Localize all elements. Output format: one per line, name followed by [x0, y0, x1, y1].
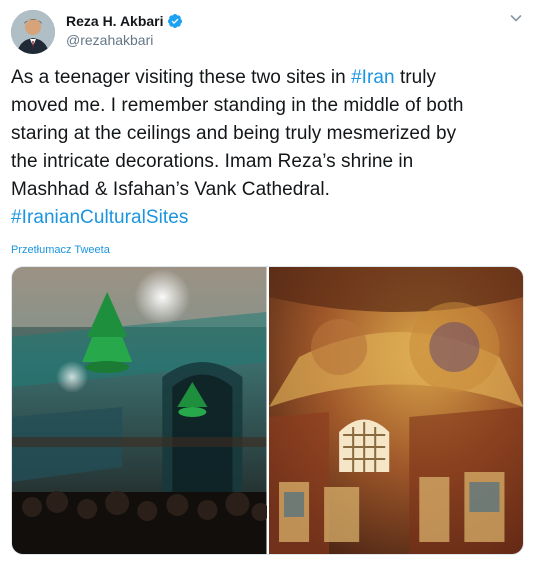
avatar-image — [11, 10, 55, 54]
hashtag-link[interactable]: #Iran — [351, 67, 395, 88]
tweet-card: Reza H. Akbari @rezahakbari As a teenage… — [0, 0, 537, 563]
tweet-text-segment: Mashhad & Isfahan’s Vank Cathedral. — [11, 179, 330, 200]
tweet-text-line: As a teenager visiting these two sites i… — [11, 64, 526, 92]
tweet-text-line: Mashhad & Isfahan’s Vank Cathedral. — [11, 176, 526, 204]
tweet-text-segment: As a teenager visiting these two sites i… — [11, 67, 352, 88]
author-avatar[interactable] — [11, 10, 55, 54]
tweet-text: As a teenager visiting these two sites i… — [11, 64, 526, 232]
tweet-text-line: the intricate decorations. Imam Reza’s s… — [11, 148, 526, 176]
tweet-text-segment: moved me. I remember standing in the mid… — [11, 95, 464, 116]
tweet-text-line: #IranianCulturalSites — [11, 204, 526, 232]
hashtag-link[interactable]: #IranianCulturalSites — [11, 207, 188, 228]
tweet-text-segment: truly — [394, 67, 437, 88]
photo-vank-cathedral[interactable] — [268, 267, 523, 554]
tweet-text-segment: staring at the ceilings and being truly … — [11, 123, 457, 144]
shrine-image — [12, 267, 267, 554]
translate-tweet-link[interactable]: Przetłumacz Tweeta — [11, 243, 110, 257]
chevron-down-icon[interactable] — [508, 10, 524, 26]
tweet-text-line: staring at the ceilings and being truly … — [11, 120, 526, 148]
verified-badge-icon — [167, 13, 183, 29]
tweet-media — [11, 266, 524, 555]
author-name-row: Reza H. Akbari — [66, 12, 183, 30]
author-handle[interactable]: @rezahakbari — [66, 31, 153, 49]
tweet-text-line: moved me. I remember standing in the mid… — [11, 92, 526, 120]
cathedral-image — [268, 267, 523, 554]
author-display-name[interactable]: Reza H. Akbari — [66, 12, 164, 30]
photo-imam-reza-shrine[interactable] — [12, 267, 267, 554]
tweet-text-segment: the intricate decorations. Imam Reza’s s… — [11, 151, 414, 172]
